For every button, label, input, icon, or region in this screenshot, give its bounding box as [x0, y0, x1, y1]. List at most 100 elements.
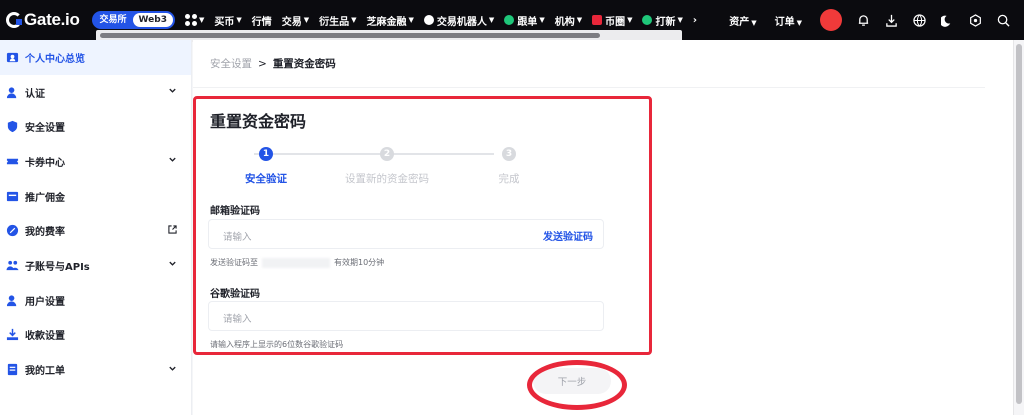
google-code-field[interactable]: 请输入 — [208, 301, 604, 331]
chevron-down-icon — [168, 155, 177, 167]
step-1-badge: 1 — [259, 147, 273, 161]
chevron-down-icon — [168, 86, 177, 98]
breadcrumb-current: 重置资金密码 — [272, 58, 336, 70]
sidebar: 个人中心总览认证安全设置卡券中心推广佣金我的费率 子账号与APIs 用户设置收款设置… — [0, 40, 192, 415]
email-code-hint: 发送验证码至 有效期10分钟 — [210, 257, 384, 268]
chevron-down-icon: ▼ — [488, 16, 495, 24]
main-nav: 买币 ▼ 行情 交易 ▼ 衍生品 ▼ 芝麻金融 ▼ 交易机器人 ▼ 跟单 ▼ 机构 ▼ 币圈 ▼… — [214, 13, 707, 28]
breadcrumb-separator: > — [258, 57, 267, 70]
step-2-badge: 2 — [380, 147, 394, 161]
sidebar-item[interactable]: 推广佣金 — [0, 179, 191, 214]
percent-icon — [6, 224, 19, 237]
logo-text: Gate.io — [24, 10, 80, 29]
sidebar-item[interactable]: 卡券中心 — [0, 144, 191, 179]
nav-bots[interactable]: 交易机器人 ▼ — [423, 13, 495, 28]
sidebar-item[interactable]: 我的费率 — [0, 213, 191, 248]
commission-icon — [6, 190, 19, 203]
external-link-icon — [168, 225, 177, 237]
sidebar-item[interactable]: 收款设置 — [0, 318, 191, 353]
ticket-icon — [6, 155, 19, 168]
highlight-ring — [527, 360, 627, 410]
reset-fund-password-panel: 重置资金密码 1 2 3 安全验证 设置新的资金密码 完成 邮箱验证码 请输入 … — [193, 96, 652, 355]
sidebar-item-label: 安全设置 — [25, 123, 65, 135]
breadcrumb-security[interactable]: 安全设置 — [210, 56, 252, 71]
sidebar-item[interactable]: 认证 — [0, 75, 191, 110]
assets-label: 资产 — [729, 16, 750, 28]
sidebar-item[interactable]: 我的工单 — [0, 352, 191, 387]
nav-more[interactable]: › — [693, 15, 697, 26]
divider — [193, 87, 985, 88]
step-2-label: 设置新的资金密码 — [345, 173, 429, 185]
nav-institutional[interactable]: 机构 ▼ — [555, 13, 582, 28]
step-1-label: 安全验证 — [245, 173, 287, 185]
nav-derivatives[interactable]: 衍生品 ▼ — [319, 13, 356, 28]
email-code-field[interactable]: 请输入 发送验证码 — [208, 219, 604, 249]
settings-icon[interactable] — [968, 13, 982, 27]
orders-menu[interactable]: 订单 ▼ — [775, 13, 802, 28]
switch-exchange[interactable]: 交易所 — [93, 13, 133, 27]
chevron-right-icon: › — [692, 14, 697, 26]
sidebar-item-label: 推广佣金 — [25, 192, 65, 204]
avatar[interactable] — [820, 9, 842, 31]
nav-label: 交易机器人 — [436, 16, 487, 28]
main-content: 安全设置 > 重置资金密码 重置资金密码 1 2 3 安全验证 设置新的资金密码… — [193, 40, 985, 415]
sidebar-item-label: 用户设置 — [25, 296, 65, 308]
chevron-down-icon: ▼ — [351, 16, 357, 24]
switch-web3[interactable]: Web3 — [132, 13, 173, 27]
gate-logo-icon — [6, 12, 22, 28]
apps-grid-icon[interactable] — [184, 14, 197, 26]
email-code-label: 邮箱验证码 — [210, 206, 260, 217]
sidebar-item-label: 认证 — [25, 88, 45, 100]
sidebar-item[interactable]: 安全设置 — [0, 109, 191, 144]
product-switch: 交易所 Web3 — [91, 11, 175, 29]
bell-icon[interactable] — [856, 13, 870, 27]
chevron-down-icon: ▼ — [677, 16, 683, 24]
scrollbar-thumb[interactable] — [1016, 44, 1022, 404]
vertical-scrollbar[interactable] — [985, 40, 1024, 415]
download-icon — [6, 328, 19, 341]
nav-copy-trading[interactable]: 跟单 ▼ — [504, 13, 545, 28]
assets-menu[interactable]: 资产 ▼ — [729, 13, 756, 28]
google-code-hint: 请输入程序上显示的6位数谷歌验证码 — [210, 340, 344, 349]
nav-markets[interactable]: 行情 — [252, 13, 272, 28]
orders-label: 订单 — [774, 16, 795, 28]
nav-label: 行情 — [251, 16, 272, 28]
scrollbar-thumb[interactable] — [100, 33, 600, 38]
nav-label: 衍生品 — [319, 16, 350, 28]
sidebar-item[interactable]: 子账号与APIs — [0, 248, 191, 283]
nav-label: 币圈 — [605, 16, 626, 28]
hint-suffix: 有效期10分钟 — [334, 258, 385, 267]
nav-right: 资产 ▼ 订单 ▼ — [729, 0, 1024, 40]
nav-buy-crypto[interactable]: 买币 ▼ — [214, 13, 241, 28]
nav-label: 打新 — [655, 16, 676, 28]
logo[interactable]: Gate.io — [6, 10, 80, 30]
chevron-down-icon — [168, 259, 177, 271]
masked-email — [262, 257, 330, 268]
sidebar-item[interactable]: 个人中心总览 — [0, 40, 191, 75]
download-icon[interactable] — [884, 13, 898, 27]
nav-label: 芝麻金融 — [366, 16, 407, 28]
nav-launchpad[interactable]: 打新 ▼ — [642, 13, 683, 28]
chevron-down-icon: ▼ — [751, 18, 757, 27]
nav-news[interactable]: 币圈 ▼ — [592, 13, 632, 28]
search-icon[interactable] — [996, 13, 1010, 27]
breadcrumb: 安全设置 > 重置资金密码 — [210, 56, 336, 71]
nav-trade[interactable]: 交易 ▼ — [282, 13, 309, 28]
leaf-icon — [642, 15, 653, 25]
news-icon — [592, 15, 603, 25]
moon-icon[interactable] — [940, 13, 954, 27]
chevron-down-icon: ▼ — [236, 16, 242, 24]
globe-icon[interactable] — [912, 13, 926, 27]
sidebar-item[interactable]: 用户设置 — [0, 283, 191, 318]
chevron-down-icon: ▼ — [576, 16, 583, 24]
chevron-down-icon: ▼ — [539, 16, 545, 24]
user-settings-icon — [6, 294, 19, 307]
email-code-placeholder: 请输入 — [223, 232, 252, 243]
profile-icon — [6, 51, 19, 64]
send-code-button[interactable]: 发送验证码 — [543, 228, 593, 243]
nav-finance[interactable]: 芝麻金融 ▼ — [367, 13, 414, 28]
nav-label: 跟单 — [517, 16, 538, 28]
sidebar-item-label: 我的工单 — [25, 366, 65, 378]
shield-icon — [6, 120, 19, 133]
chevron-down-icon: ▼ — [198, 16, 205, 24]
